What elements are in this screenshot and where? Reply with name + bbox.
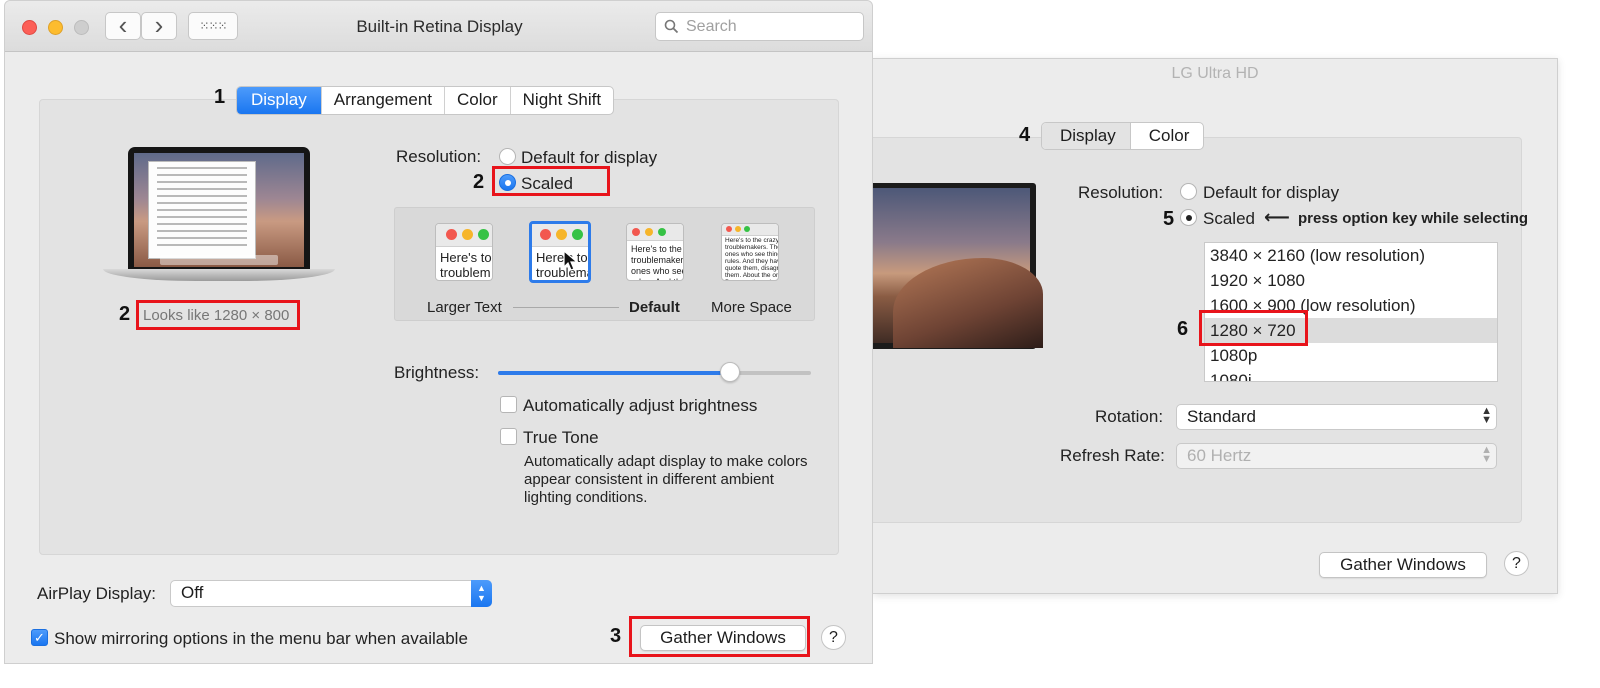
gather-windows-button[interactable]: Gather Windows bbox=[1319, 552, 1487, 578]
arrow-icon: ⟵ bbox=[1264, 207, 1290, 227]
refresh-rate-select: 60 Hertz ▲ ▼ bbox=[1176, 443, 1497, 469]
preview-text: Here's to the crazy ones troublemakers. … bbox=[725, 237, 779, 280]
rotation-value: Standard bbox=[1187, 407, 1256, 426]
airplay-select[interactable]: Off ▲ ▼ bbox=[170, 580, 492, 607]
tab-display[interactable]: Display bbox=[1042, 123, 1131, 149]
tab-color[interactable]: Color bbox=[445, 87, 511, 114]
true-tone-description: Automatically adapt display to make colo… bbox=[524, 453, 808, 506]
search-field[interactable] bbox=[655, 12, 864, 41]
auto-brightness-checkbox[interactable] bbox=[500, 396, 517, 413]
mirroring-checkbox[interactable]: ✓ bbox=[31, 629, 48, 646]
help-button[interactable]: ? bbox=[821, 625, 846, 650]
highlight-box bbox=[1199, 310, 1308, 346]
true-tone-label: True Tone bbox=[523, 428, 599, 447]
radio-default-for-display[interactable] bbox=[1180, 183, 1197, 200]
chevron-updown-icon: ▲ ▼ bbox=[1481, 444, 1492, 465]
scale-divider bbox=[513, 307, 619, 308]
radio-scaled[interactable] bbox=[1180, 209, 1197, 226]
scaled-label: Scaled bbox=[1203, 209, 1255, 228]
rotation-select[interactable]: Standard ▲ ▼ bbox=[1176, 404, 1497, 430]
brightness-slider-knob[interactable] bbox=[720, 362, 740, 382]
annotation-number: 4 bbox=[1019, 124, 1031, 146]
laptop-image bbox=[103, 147, 335, 289]
default-for-display-label: Default for display bbox=[521, 148, 658, 167]
chevron-updown-icon: ▲ ▼ bbox=[1481, 405, 1492, 426]
auto-brightness-label: Automatically adjust brightness bbox=[523, 396, 758, 415]
radio-default-for-display[interactable] bbox=[499, 148, 516, 165]
mirroring-label: Show mirroring options in the menu bar w… bbox=[54, 629, 468, 648]
refresh-rate-label: Refresh Rate: bbox=[1060, 446, 1165, 465]
preview-text: Here's to the cr troublemakers. ones who… bbox=[631, 244, 684, 280]
brightness-slider-fill bbox=[498, 371, 730, 375]
monitor-image bbox=[873, 183, 1043, 349]
tab-display[interactable]: Display bbox=[237, 87, 322, 114]
true-tone-checkbox[interactable] bbox=[500, 428, 517, 445]
scale-option-default[interactable]: Here's to the cr troublemakers. ones who… bbox=[626, 223, 684, 281]
chevron-updown-icon: ▲ ▼ bbox=[471, 580, 492, 607]
cursor-icon bbox=[563, 250, 579, 271]
tab-bar: Display Arrangement Color Night Shift bbox=[236, 86, 615, 115]
search-input[interactable] bbox=[684, 16, 858, 38]
list-item[interactable]: 1080p bbox=[1205, 343, 1497, 368]
option-key-note: press option key while selecting bbox=[1298, 210, 1529, 227]
list-item[interactable]: 1080i bbox=[1205, 368, 1497, 381]
help-button[interactable]: ? bbox=[1504, 551, 1529, 576]
tab-night-shift[interactable]: Night Shift bbox=[511, 87, 613, 114]
scale-option-selected[interactable]: Here's to th troublemak ones who s bbox=[529, 221, 591, 283]
airplay-value: Off bbox=[181, 583, 204, 602]
annotation-number: 3 bbox=[610, 625, 622, 647]
airplay-label: AirPlay Display: bbox=[37, 584, 157, 603]
scale-option-more-space[interactable]: Here's to the crazy ones troublemakers. … bbox=[721, 223, 779, 281]
scale-label-larger-text: Larger Text bbox=[427, 299, 502, 316]
brightness-slider[interactable] bbox=[498, 362, 811, 382]
scale-label-more-space: More Space bbox=[711, 299, 792, 316]
preview-text: Here's to th troublemak ones who s bbox=[536, 250, 588, 280]
brightness-label: Brightness: bbox=[394, 363, 480, 382]
highlight-box bbox=[136, 300, 300, 330]
annotation-number: 5 bbox=[1163, 208, 1175, 230]
tab-arrangement[interactable]: Arrangement bbox=[322, 87, 446, 114]
search-icon bbox=[664, 19, 679, 34]
tab-color[interactable]: Color bbox=[1131, 123, 1204, 149]
resolution-label: Resolution: bbox=[396, 147, 482, 166]
preview-text: Here's to troublem bbox=[440, 250, 492, 280]
annotation-number: 6 bbox=[1177, 318, 1189, 340]
tab-bar: Display Color bbox=[1041, 122, 1205, 150]
list-item[interactable]: 1920 × 1080 bbox=[1205, 268, 1497, 293]
annotation-number: 2 bbox=[473, 171, 485, 193]
default-for-display-label: Default for display bbox=[1203, 183, 1340, 202]
annotation-number: 1 bbox=[214, 86, 226, 108]
scale-label-default: Default bbox=[629, 299, 680, 316]
list-item[interactable]: 3840 × 2160 (low resolution) bbox=[1205, 243, 1497, 268]
window-title: LG Ultra HD bbox=[1171, 65, 1259, 82]
title-bar: ‹ › ⁙⁙⁙ Built-in Retina Display bbox=[5, 1, 872, 52]
built-in-display-window: ‹ › ⁙⁙⁙ Built-in Retina Display Display … bbox=[4, 0, 873, 664]
scale-option-larger-text[interactable]: Here's to troublem bbox=[435, 223, 493, 281]
rotation-label: Rotation: bbox=[1095, 407, 1164, 426]
highlight-box bbox=[629, 616, 810, 657]
resolution-label: Resolution: bbox=[1078, 183, 1164, 202]
refresh-rate-value: 60 Hertz bbox=[1187, 446, 1252, 465]
highlight-box bbox=[492, 166, 610, 196]
annotation-number: 2 bbox=[119, 303, 131, 325]
